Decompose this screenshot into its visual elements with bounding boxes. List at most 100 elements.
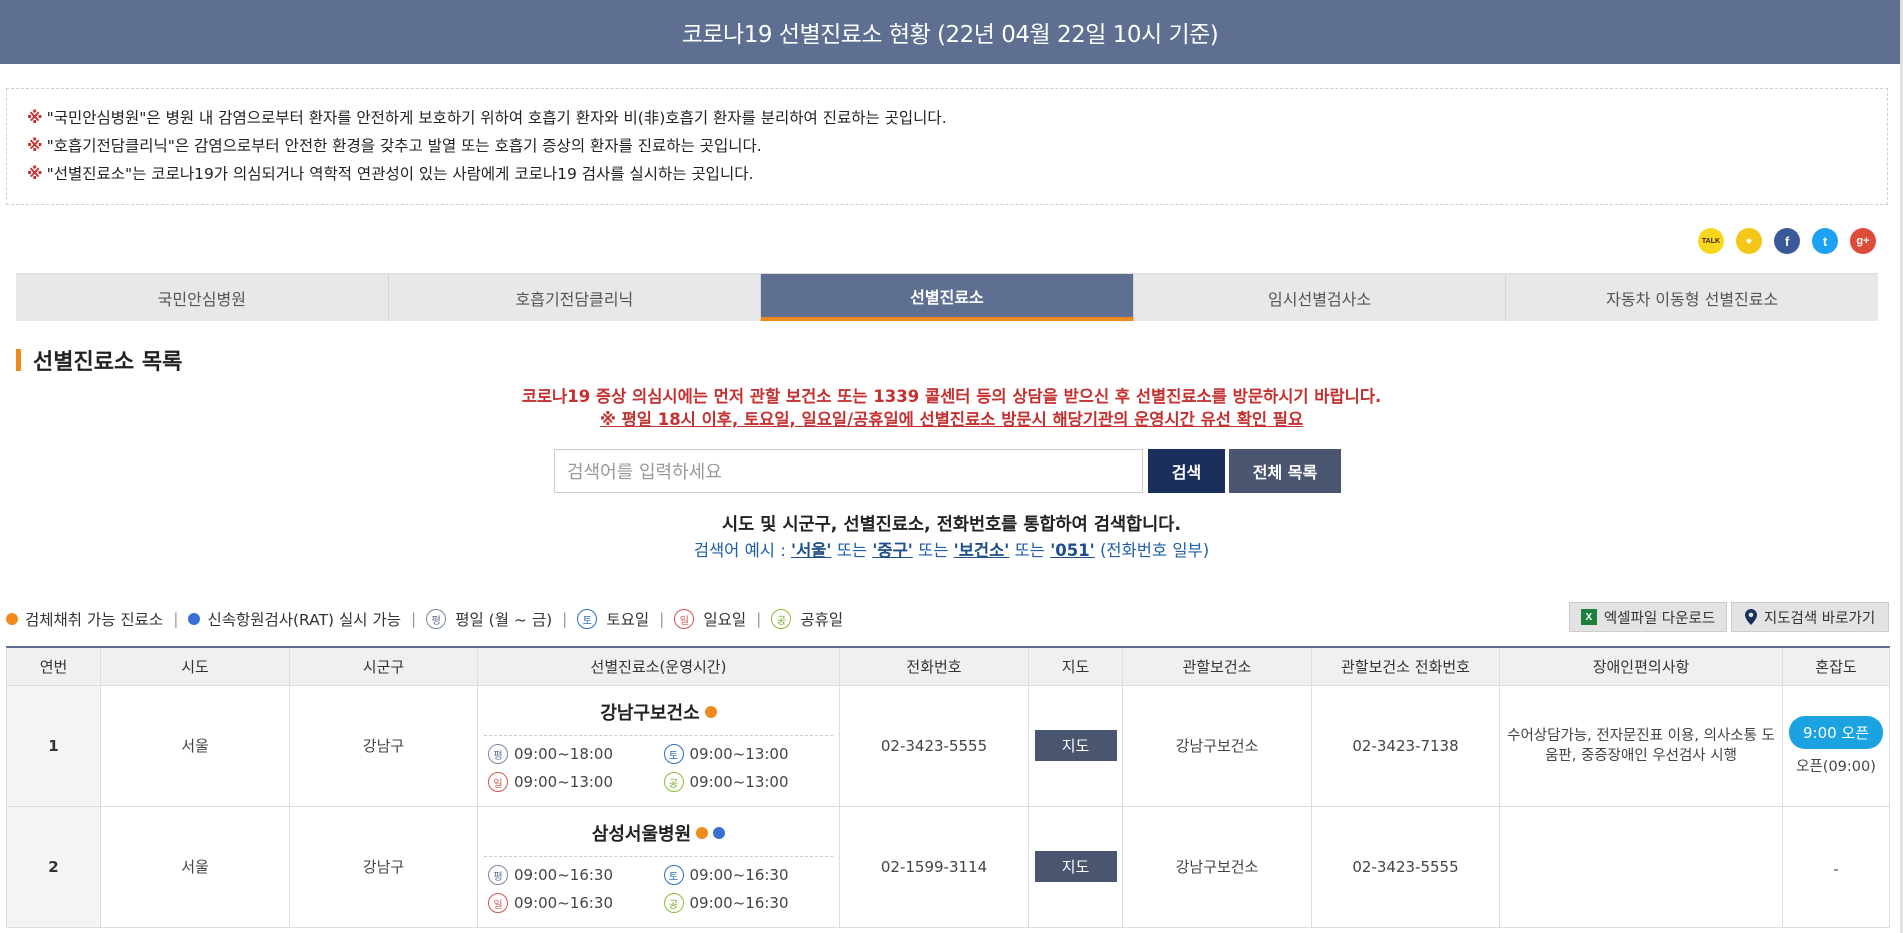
- legend-specimen: 검체채취 가능 진료소: [6, 608, 163, 630]
- clinic-cell: 강남구보건소 평 09:00~18:00 토 09:00~13:00 일 09:00~…: [477, 684, 840, 807]
- notice-mark: ※: [27, 135, 43, 155]
- tab-drive-thru[interactable]: 자동차 이동형 선별진료소: [1506, 274, 1878, 321]
- table-row: 2 서울 강남구 삼성서울병원 평 09:00~16:30 토 09:00~16:3…: [6, 805, 1890, 928]
- kakaotalk-share-icon[interactable]: TALK: [1698, 228, 1724, 254]
- search-description: 시도 및 시군구, 선별진료소, 전화번호를 통합하여 검색합니다.: [722, 515, 1181, 535]
- legend-weekday-label: 평일 (월 ~ 금): [455, 611, 553, 629]
- tab-temporary-testing[interactable]: 임시선별검사소: [1134, 274, 1507, 321]
- rat-dot-icon: [713, 827, 726, 839]
- hours-weekday-value: 09:00~18:00: [514, 745, 614, 763]
- legend-specimen-label: 검체채취 가능 진료소: [25, 611, 164, 629]
- saturday-icon: 토: [663, 744, 684, 764]
- warning-line-1: 코로나19 증상 의심시에는 먼저 관할 보건소 또는 1339 콜센터 등의 …: [521, 387, 1382, 406]
- specimen-dot-icon: [704, 706, 717, 718]
- screening-center-table: 연번 시도 시군구 선별진료소(운영시간) 전화번호 지도 관할보건소 관할보건…: [6, 646, 1890, 928]
- legend-separator: |: [173, 610, 179, 628]
- sunday-icon: 일: [674, 609, 695, 629]
- tab-respiratory-clinic[interactable]: 호흡기전담클리닉: [389, 274, 762, 321]
- crowd-cell: -: [1782, 805, 1890, 928]
- saturday-icon: 토: [577, 609, 598, 629]
- sido-cell: 서울: [100, 684, 290, 807]
- section-title-bar: [16, 349, 21, 371]
- legend-separator: |: [756, 610, 762, 628]
- column-header: 연번: [6, 646, 101, 686]
- legend-holiday-label: 공휴일: [800, 611, 844, 629]
- map-pin-icon: [1744, 609, 1757, 625]
- weekday-icon: 평: [426, 609, 447, 629]
- map-search-label: 지도검색 바로가기: [1763, 610, 1876, 627]
- holiday-icon: 공: [663, 893, 684, 913]
- saturday-icon: 토: [663, 865, 684, 885]
- sigungu-cell: 강남구: [289, 684, 478, 807]
- column-header: 선별진료소(운영시간): [477, 646, 840, 686]
- hours-weekday: 평 09:00~16:30: [488, 865, 664, 885]
- search-example-bogeonso[interactable]: '보건소': [954, 541, 1010, 560]
- column-header: 시군구: [289, 646, 478, 686]
- excel-icon: X: [1580, 609, 1597, 625]
- googleplus-share-icon[interactable]: g+: [1850, 228, 1876, 254]
- tab-screening-center[interactable]: 선별진료소: [761, 274, 1134, 321]
- hours-saturday: 토 09:00~16:30: [663, 865, 840, 885]
- hours-sunday: 일 09:00~13:00: [488, 772, 664, 792]
- hours-sunday-value: 09:00~16:30: [514, 894, 614, 912]
- map-cell: 지도: [1028, 805, 1123, 928]
- crowd-badge: 9:00 오픈: [1788, 715, 1884, 749]
- clinic-name-text: 삼성서울병원: [591, 824, 692, 845]
- legend-rat-label: 신속항원검사(RAT) 실시 가능: [207, 611, 401, 629]
- map-button[interactable]: 지도: [1034, 851, 1117, 882]
- search-input[interactable]: 검색어를 입력하세요: [554, 449, 1143, 493]
- health-center-cell: 강남구보건소: [1122, 684, 1312, 807]
- section-title: 선별진료소 목록: [16, 344, 182, 376]
- search-example-seoul[interactable]: '서울': [791, 541, 831, 560]
- sigungu-cell: 강남구: [289, 805, 478, 928]
- facebook-share-icon[interactable]: f: [1774, 228, 1800, 254]
- search-example-or: 또는: [1009, 541, 1051, 560]
- all-list-button[interactable]: 전체 목록: [1229, 449, 1341, 493]
- column-header: 관할보건소 전화번호: [1311, 646, 1500, 686]
- warning-line-2: ※ 평일 18시 이후, 토요일, 일요일/공휴일에 선별진료소 방문시 해당기…: [599, 410, 1304, 429]
- holiday-icon: 공: [771, 609, 792, 629]
- row-number: 1: [6, 684, 101, 807]
- hours-holiday: 공 09:00~13:00: [663, 772, 840, 792]
- section-title-text: 선별진료소 목록: [33, 350, 183, 375]
- search-example-junggu[interactable]: '중구': [872, 541, 912, 560]
- column-header: 장애인편의사항: [1499, 646, 1783, 686]
- phone-cell: 02-3423-5555: [839, 684, 1029, 807]
- notice-text: "선별진료소"는 코로나19가 의심되거나 역학적 연관성이 있는 사람에게 코…: [46, 165, 754, 183]
- hours-holiday-value: 09:00~16:30: [689, 894, 789, 912]
- page-header: 코로나19 선별진료소 현황 (22년 04월 22일 10시 기준): [0, 0, 1900, 64]
- accessibility-cell: 수어상담가능, 전자문진표 이용, 의사소통 도움판, 중증장애인 우선검사 시…: [1499, 684, 1783, 807]
- crowd-status: -: [1833, 861, 1839, 878]
- tab-safe-hospital[interactable]: 국민안심병원: [16, 274, 389, 321]
- specimen-dot-icon: [696, 827, 709, 839]
- hours-weekday-value: 09:00~16:30: [514, 866, 614, 884]
- map-button[interactable]: 지도: [1034, 730, 1117, 761]
- hours-holiday: 공 09:00~16:30: [663, 893, 840, 913]
- sunday-icon: 일: [488, 893, 508, 913]
- crowd-status: 오픈(09:00): [1796, 758, 1876, 775]
- legend-saturday-label: 토요일: [606, 611, 650, 629]
- search-example-051[interactable]: '051': [1050, 541, 1095, 560]
- accessibility-cell: [1499, 805, 1783, 928]
- table-header-row: 연번 시도 시군구 선별진료소(운영시간) 전화번호 지도 관할보건소 관할보건…: [6, 646, 1890, 686]
- holiday-icon: 공: [663, 772, 684, 792]
- search-button[interactable]: 검색: [1148, 449, 1225, 493]
- legend-separator: |: [562, 610, 568, 628]
- clinic-name-text: 강남구보건소: [600, 703, 700, 724]
- kakaostory-share-icon[interactable]: ●: [1736, 228, 1762, 254]
- specimen-dot-icon: [6, 613, 18, 625]
- hours-weekday: 평 09:00~18:00: [488, 744, 664, 764]
- notice-box: ※ "국민안심병원"은 병원 내 감염으로부터 환자를 안전하게 보호하기 위하…: [6, 88, 1888, 205]
- excel-download-button[interactable]: X 엑셀파일 다운로드: [1569, 602, 1727, 632]
- sunday-icon: 일: [488, 772, 508, 792]
- search-example-or: 또는: [831, 541, 873, 560]
- social-share: TALK ● f t g+: [1698, 228, 1876, 254]
- map-search-button[interactable]: 지도검색 바로가기: [1731, 602, 1889, 632]
- search-example-or: 또는: [912, 541, 954, 560]
- weekday-icon: 평: [488, 865, 508, 885]
- twitter-share-icon[interactable]: t: [1812, 228, 1838, 254]
- column-header: 혼잡도: [1782, 646, 1890, 686]
- hours-holiday-value: 09:00~13:00: [689, 773, 789, 791]
- legend-rat: 신속항원검사(RAT) 실시 가능: [188, 608, 401, 630]
- map-cell: 지도: [1028, 684, 1123, 807]
